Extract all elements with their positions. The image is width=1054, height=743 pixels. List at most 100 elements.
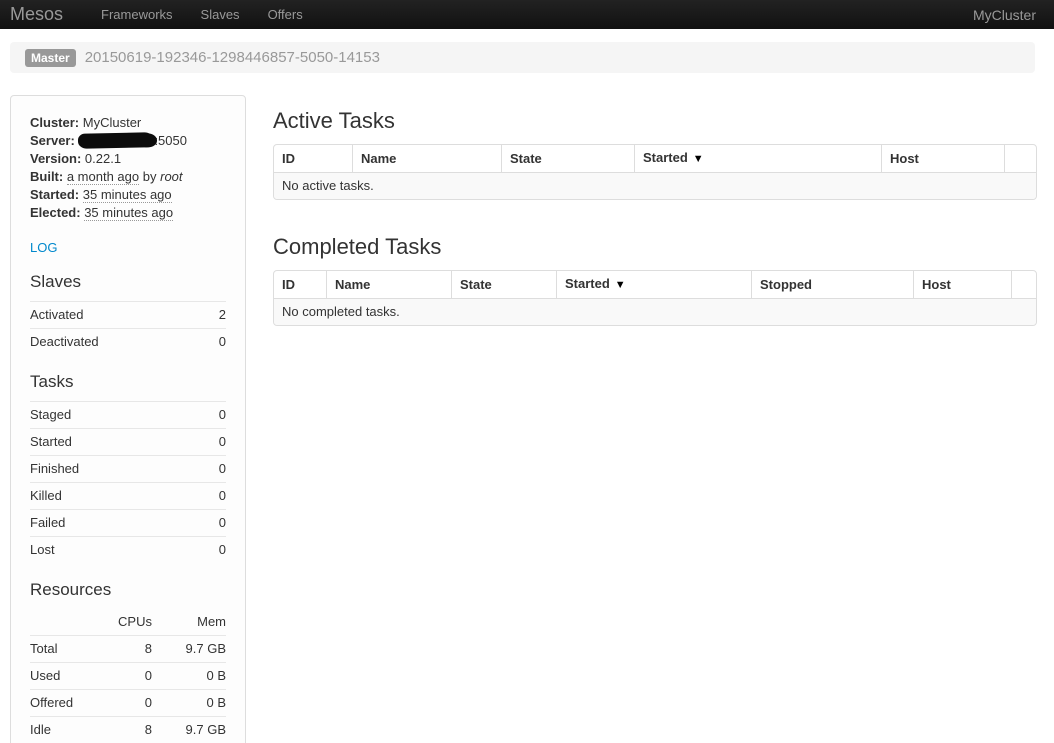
resource-row-total: Total 8 9.7 GB (30, 635, 226, 662)
column-header-started[interactable]: Started ▼ (634, 145, 881, 172)
column-header-host[interactable]: Host (881, 145, 1004, 172)
stat-row-staged: Staged 0 (30, 401, 226, 428)
version-info-line: Version: 0.22.1 (30, 150, 226, 168)
completed-tasks-header-row: ID Name State Started ▼ Stopped Host (274, 271, 1036, 298)
column-header-actions (1011, 271, 1036, 298)
completed-tasks-title: Completed Tasks (273, 234, 1035, 260)
column-header-state[interactable]: State (451, 271, 556, 298)
built-time: a month ago (67, 169, 139, 185)
resources-table: CPUs Mem Total 8 9.7 GB Used 0 0 B Offer… (30, 609, 226, 743)
log-link[interactable]: LOG (30, 240, 57, 255)
stat-row-activated: Activated 2 (30, 301, 226, 328)
stat-value: 0 (219, 433, 226, 451)
resource-row-idle: Idle 8 9.7 GB (30, 716, 226, 743)
stat-label: Failed (30, 514, 65, 532)
master-badge: Master (25, 49, 76, 67)
master-id: 20150619-192346-1298446857-5050-14153 (85, 49, 380, 66)
stat-row-deactivated: Deactivated 0 (30, 328, 226, 355)
resource-row-used: Used 0 0 B (30, 662, 226, 689)
sort-desc-icon: ▼ (615, 279, 626, 291)
column-header-host[interactable]: Host (913, 271, 1011, 298)
stat-label: Deactivated (30, 333, 99, 351)
resources-header-row: CPUs Mem (30, 609, 226, 635)
column-header-started-label: Started (643, 150, 688, 165)
column-header-name[interactable]: Name (352, 145, 501, 172)
resources-header-spacer (30, 613, 104, 631)
brand-link[interactable]: Mesos (10, 4, 73, 25)
resource-mem: 0 B (152, 667, 226, 685)
built-info-line: Built: a month ago by root (30, 168, 226, 186)
built-user: root (160, 169, 182, 184)
stat-label: Finished (30, 460, 79, 478)
column-header-state[interactable]: State (501, 145, 634, 172)
server-port: :5050 (154, 133, 187, 148)
stat-value: 0 (219, 406, 226, 424)
resource-row-offered: Offered 0 0 B (30, 689, 226, 716)
column-header-actions (1004, 145, 1036, 172)
elected-info-line: Elected: 35 minutes ago (30, 204, 226, 222)
sort-desc-icon: ▼ (693, 153, 704, 165)
resource-label: Used (30, 667, 104, 685)
column-header-started-label: Started (565, 276, 610, 291)
active-tasks-section: Active Tasks ID Name State Started▼ Host (273, 108, 1035, 200)
stat-value: 0 (219, 460, 226, 478)
stat-value: 2 (219, 306, 226, 324)
resource-label: Total (30, 640, 104, 658)
resource-cpus: 0 (104, 667, 152, 685)
nav-item-frameworks[interactable]: Frameworks (87, 7, 187, 22)
content-layout: Cluster: MyCluster Server: :5050 Version… (10, 95, 1035, 743)
resources-header-mem: Mem (152, 613, 226, 631)
empty-state-row: No completed tasks. (274, 298, 1036, 325)
resource-cpus: 8 (104, 640, 152, 658)
cluster-label: Cluster: (30, 115, 79, 130)
slaves-stats: Activated 2 Deactivated 0 (30, 301, 226, 355)
breadcrumb: Master 20150619-192346-1298446857-5050-1… (10, 42, 1035, 73)
stat-label: Activated (30, 306, 83, 324)
stat-label: Killed (30, 487, 62, 505)
server-address-redaction (78, 132, 154, 149)
cluster-value: MyCluster (83, 115, 142, 130)
tasks-stats: Staged 0 Started 0 Finished 0 Killed 0 F… (30, 401, 226, 563)
resource-label: Offered (30, 694, 104, 712)
navbar: Mesos Frameworks Slaves Offers MyCluster (0, 0, 1054, 29)
resource-mem: 0 B (152, 694, 226, 712)
elected-label: Elected: (30, 205, 81, 220)
elected-value: 35 minutes ago (84, 205, 173, 221)
stat-value: 0 (219, 514, 226, 532)
resources-section-title: Resources (30, 580, 226, 600)
stat-value: 0 (219, 333, 226, 351)
resource-cpus: 0 (104, 694, 152, 712)
stat-value: 0 (219, 541, 226, 559)
stat-row-killed: Killed 0 (30, 482, 226, 509)
column-header-stopped[interactable]: Stopped (751, 271, 913, 298)
tasks-section-title: Tasks (30, 372, 226, 392)
built-by-text: by (143, 169, 157, 184)
stat-value: 0 (219, 487, 226, 505)
nav-item-slaves[interactable]: Slaves (187, 7, 254, 22)
server-info-line: Server: :5050 (30, 132, 226, 150)
column-header-id[interactable]: ID (274, 145, 352, 172)
column-header-name[interactable]: Name (326, 271, 451, 298)
stat-label: Lost (30, 541, 55, 559)
main-content: Active Tasks ID Name State Started▼ Host (273, 95, 1035, 326)
active-tasks-table: ID Name State Started ▼ Host No active ta… (273, 144, 1037, 200)
nav-item-offers[interactable]: Offers (254, 7, 317, 22)
stat-row-finished: Finished 0 (30, 455, 226, 482)
active-tasks-header-row: ID Name State Started ▼ Host (274, 145, 1036, 172)
resource-mem: 9.7 GB (152, 721, 226, 739)
stat-row-failed: Failed 0 (30, 509, 226, 536)
resource-label: Idle (30, 721, 104, 739)
version-value: 0.22.1 (85, 151, 121, 166)
stat-row-lost: Lost 0 (30, 536, 226, 563)
stat-label: Started (30, 433, 72, 451)
completed-tasks-table: ID Name State Started ▼ Stopped Host No c… (273, 270, 1037, 326)
stat-row-started: Started 0 (30, 428, 226, 455)
navbar-menu: Frameworks Slaves Offers (87, 7, 317, 22)
active-tasks-empty-message: No active tasks. (274, 172, 1036, 199)
column-header-id[interactable]: ID (274, 271, 326, 298)
resources-header-cpus: CPUs (104, 613, 152, 631)
resource-cpus: 8 (104, 721, 152, 739)
column-header-started[interactable]: Started ▼ (556, 271, 751, 298)
started-value: 35 minutes ago (83, 187, 172, 203)
server-label: Server: (30, 133, 75, 148)
